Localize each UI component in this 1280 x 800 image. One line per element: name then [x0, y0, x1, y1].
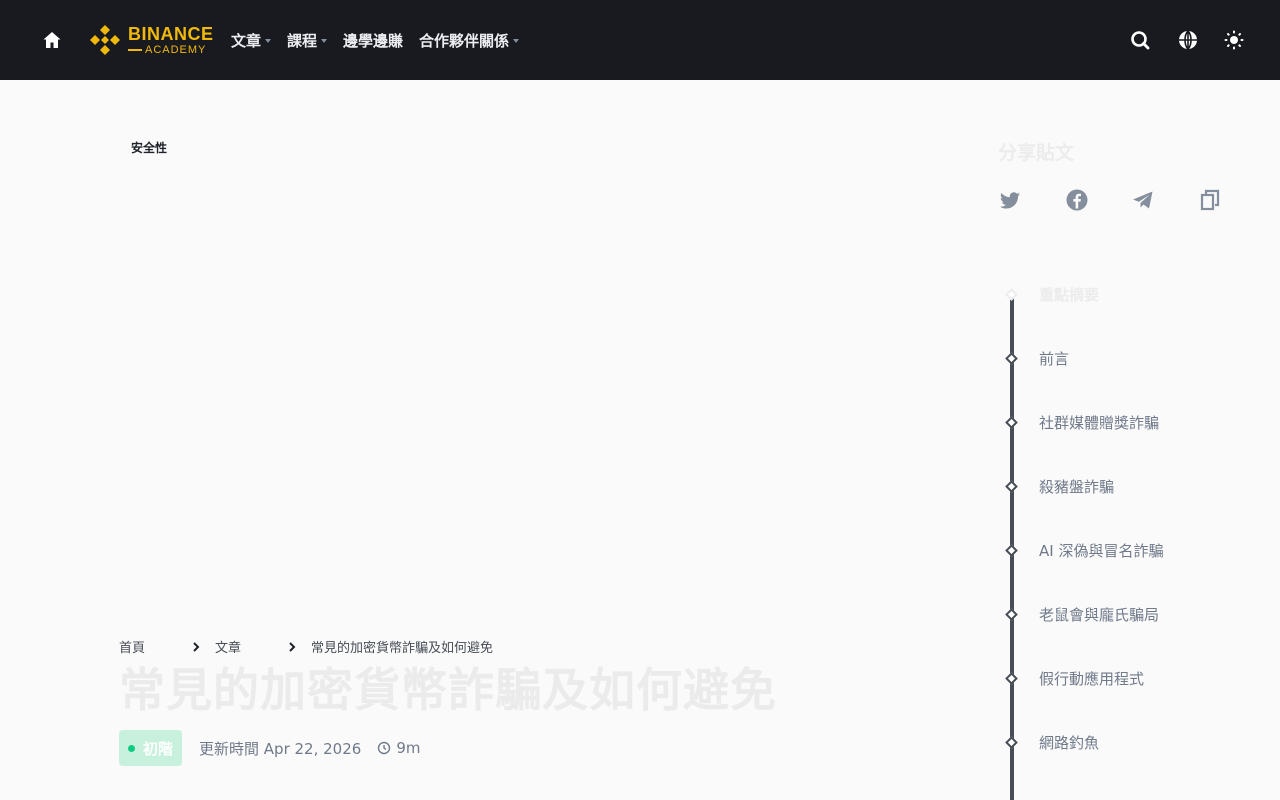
- search-icon[interactable]: [1128, 28, 1152, 52]
- clock-icon: [378, 741, 391, 755]
- logo-main-text: BINANCE: [128, 23, 214, 44]
- main-nav: 文章 課程 邊學邊賺 合作夥伴關係: [231, 28, 535, 52]
- logo-sub-text: ACADEMY: [128, 44, 214, 56]
- nav-partnerships[interactable]: 合作夥伴關係: [419, 30, 520, 51]
- read-time: 9m: [377, 739, 420, 757]
- toc-item[interactable]: 前言: [1004, 348, 1069, 368]
- share-title: 分享貼文: [998, 142, 1075, 164]
- toc-diamond-icon: [1005, 735, 1018, 749]
- nav-learn-and-earn[interactable]: 邊學邊賺: [343, 30, 403, 51]
- facebook-icon[interactable]: [1065, 188, 1089, 212]
- article-title: 常見的加密貨幣詐騙及如何避免: [119, 663, 777, 717]
- home-icon[interactable]: [40, 28, 64, 52]
- top-navbar: BINANCE ACADEMY 文章 課程 邊學邊賺 合作夥伴關係: [0, 0, 1280, 80]
- twitter-icon[interactable]: [998, 188, 1022, 212]
- toc-diamond-icon: [1005, 415, 1018, 429]
- theme-toggle-icon[interactable]: [1222, 28, 1246, 52]
- chevron-right-icon: [193, 641, 200, 652]
- article-category[interactable]: 安全性: [131, 139, 167, 156]
- toc-diamond-icon: [1005, 671, 1018, 685]
- globe-icon[interactable]: [1176, 28, 1200, 52]
- updated-date: 更新時間 Apr 22, 2026: [199, 739, 362, 758]
- caret-down-icon: [321, 39, 328, 43]
- toc-item[interactable]: 老鼠會與龐氏騙局: [1004, 604, 1159, 624]
- copy-link-icon[interactable]: [1198, 188, 1222, 212]
- level-label: 初階: [143, 739, 174, 758]
- toc-item[interactable]: 重點摘要: [1004, 284, 1099, 304]
- binance-logo-icon: [90, 25, 120, 55]
- toc-diamond-icon: [1005, 543, 1018, 557]
- toc-diamond-icon: [1005, 607, 1018, 621]
- caret-down-icon: [513, 39, 520, 43]
- toc-diamond-icon: [1005, 287, 1018, 301]
- toc-diamond-icon: [1005, 351, 1018, 365]
- toc-item[interactable]: AI 深偽與冒名詐騙: [1004, 540, 1163, 560]
- binance-academy-logo[interactable]: BINANCE ACADEMY: [88, 22, 218, 58]
- caret-down-icon: [265, 39, 272, 43]
- nav-articles[interactable]: 文章: [231, 30, 272, 51]
- nav-courses[interactable]: 課程: [287, 30, 328, 51]
- article-meta: 初階 更新時間 Apr 22, 2026 9m: [119, 730, 420, 766]
- toc-item[interactable]: 社群媒體贈獎詐騙: [1004, 412, 1159, 432]
- toc-item[interactable]: 殺豬盤詐騙: [1004, 476, 1114, 496]
- toc-item[interactable]: 假行動應用程式: [1004, 668, 1144, 688]
- telegram-icon[interactable]: [1131, 188, 1155, 212]
- level-badge[interactable]: 初階: [119, 730, 183, 766]
- level-dot-icon: [128, 744, 135, 752]
- toc-diamond-icon: [1005, 479, 1018, 493]
- toc-item[interactable]: 網路釣魚: [1004, 732, 1099, 752]
- chevron-right-icon: [289, 641, 296, 652]
